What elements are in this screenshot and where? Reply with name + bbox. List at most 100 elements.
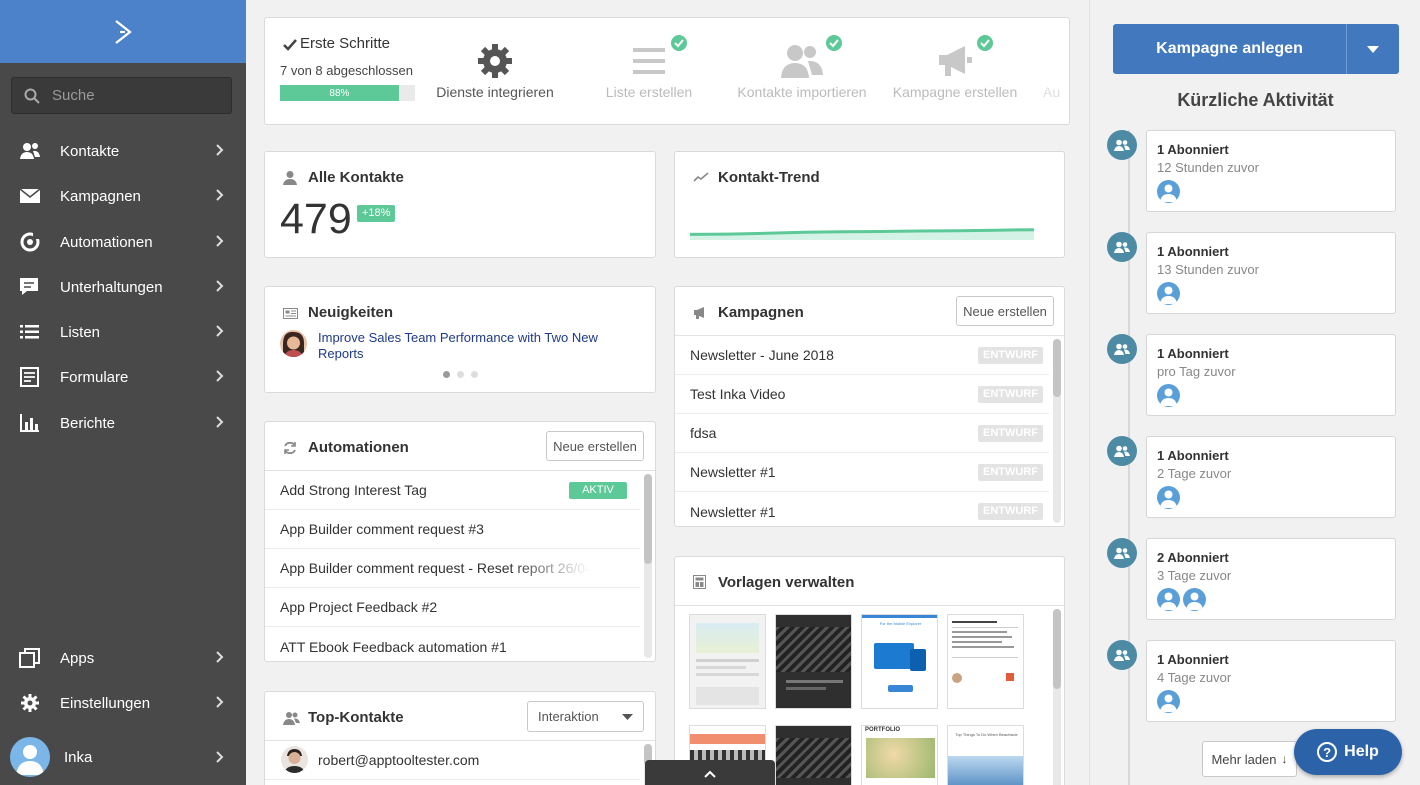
contacts-icon: [283, 712, 300, 725]
contacts-card[interactable]: Alle Kontakte 479 +18%: [264, 151, 656, 258]
scroll-thumb[interactable]: [644, 474, 652, 564]
chevron-right-icon: [216, 325, 224, 337]
template-thumbnail[interactable]: For the Mobile Explorer: [861, 614, 938, 709]
step-dienste[interactable]: Dienste integrieren: [436, 42, 554, 100]
activity-card[interactable]: 1 Abonniert 2 Tage zuvor: [1146, 436, 1396, 518]
news-avatar: [280, 330, 307, 357]
automation-row[interactable]: ATT Ebook Feedback automation #1: [265, 627, 640, 661]
activity-card[interactable]: 1 Abonniert 13 Stunden zuvor: [1146, 232, 1396, 314]
trend-card[interactable]: Kontakt-Trend: [674, 151, 1065, 258]
sidebar-item-einstellungen[interactable]: Einstellungen: [0, 683, 246, 723]
subscriber-icon: [1107, 130, 1137, 160]
avatar[interactable]: [1157, 384, 1180, 407]
sidebar-item-listen[interactable]: Listen: [0, 312, 246, 352]
sidebar-item-unterhaltungen[interactable]: Unterhaltungen: [0, 267, 246, 307]
step-automation[interactable]: Au: [1043, 42, 1069, 102]
bottom-panel-toggle[interactable]: [645, 760, 775, 785]
trend-icon: [693, 172, 709, 182]
automation-row[interactable]: App Project Feedback #2: [265, 588, 640, 627]
sidebar-item-kontakte[interactable]: Kontakte: [0, 131, 246, 171]
template-thumbnail[interactable]: [775, 614, 852, 709]
scroll-thumb[interactable]: [1053, 609, 1061, 689]
step-liste[interactable]: Liste erstellen: [606, 35, 692, 100]
sidebar-item-formulare[interactable]: Formulare: [0, 357, 246, 397]
load-more-button[interactable]: Mehr laden ↓: [1202, 741, 1297, 777]
avatar[interactable]: [1157, 486, 1180, 509]
campaign-row[interactable]: Newsletter #1 ENTWURF: [675, 492, 1049, 526]
template-thumbnail[interactable]: [775, 725, 852, 785]
carousel-dot[interactable]: [443, 371, 450, 378]
scroll-thumb[interactable]: [1053, 339, 1061, 397]
activity-title: Kürzliche Aktivität: [1177, 90, 1334, 110]
search-box[interactable]: [11, 77, 232, 114]
logo[interactable]: [0, 0, 246, 63]
contact-row[interactable]: robert@apptooltester.com: [265, 741, 640, 780]
check-circle-icon: [671, 35, 687, 51]
sort-select[interactable]: Interaktion: [527, 701, 644, 732]
activity-time: pro Tag zuvor: [1157, 364, 1236, 379]
campaign-row[interactable]: fdsa ENTWURF: [675, 414, 1049, 453]
activity-card[interactable]: 1 Abonniert 12 Stunden zuvor: [1146, 130, 1396, 212]
activity-time: 3 Tage zuvor: [1157, 568, 1232, 583]
automations-card: Automationen Neue erstellen Add Strong I…: [264, 421, 656, 662]
newspaper-icon: [283, 308, 298, 319]
create-campaign-button[interactable]: Kampagne anlegen: [1113, 24, 1346, 74]
sidebar: Kontakte Kampagnen Automationen Unterhal…: [0, 0, 246, 785]
user-name: Inka: [64, 748, 93, 766]
chevron-right-icon: [216, 651, 224, 663]
activity-card[interactable]: 1 Abonniert 4 Tage zuvor: [1146, 640, 1396, 722]
new-automation-button[interactable]: Neue erstellen: [546, 431, 644, 461]
automation-row[interactable]: App Builder comment request #3: [265, 510, 640, 549]
template-thumbnail[interactable]: [947, 614, 1024, 709]
activity-time: 12 Stunden zuvor: [1157, 160, 1259, 175]
search-input[interactable]: [52, 87, 202, 104]
avatar[interactable]: [1183, 588, 1206, 611]
campaigns-card: Kampagnen Neue erstellen Newsletter - Ju…: [674, 286, 1065, 527]
carousel-dot[interactable]: [457, 371, 464, 378]
trend-sparkline: [690, 228, 1034, 240]
template-thumb-text: Top Things To Do When Beachside: [955, 732, 1018, 737]
form-icon: [20, 367, 39, 387]
sidebar-item-berichte[interactable]: Berichte: [0, 403, 246, 443]
status-badge: ENTWURF: [978, 503, 1043, 520]
sidebar-item-kampagnen[interactable]: Kampagnen: [0, 176, 246, 216]
template-thumbnail[interactable]: PORTFOLIO: [861, 725, 938, 785]
avatar[interactable]: [1157, 690, 1180, 713]
activity-title-text: 1 Abonniert: [1157, 142, 1229, 157]
status-badge: AKTIV: [569, 482, 627, 499]
activity-card[interactable]: 2 Abonniert 3 Tage zuvor: [1146, 538, 1396, 620]
automation-name: Add Strong Interest Tag: [280, 482, 427, 498]
campaign-row[interactable]: Newsletter #1 ENTWURF: [675, 453, 1049, 492]
step-kampagne[interactable]: Kampagne erstellen: [893, 35, 1017, 100]
news-headline[interactable]: Improve Sales Team Performance with Two …: [318, 330, 618, 362]
load-more-label: Mehr laden: [1211, 751, 1277, 767]
scrollbar[interactable]: [1053, 339, 1061, 523]
campaign-row[interactable]: Test Inka Video ENTWURF: [675, 375, 1049, 414]
sidebar-item-automationen[interactable]: Automationen: [0, 222, 246, 262]
new-campaign-button[interactable]: Neue erstellen: [956, 296, 1054, 326]
template-thumbnail[interactable]: [689, 614, 766, 709]
activity-card[interactable]: 1 Abonniert pro Tag zuvor: [1146, 334, 1396, 416]
automation-row[interactable]: App Builder comment request - Reset repo…: [265, 549, 640, 588]
onboarding-title: Erste Schritte: [300, 35, 391, 52]
subscriber-icon: [1107, 436, 1137, 466]
chevron-right-icon: [216, 189, 224, 201]
template-thumbnail[interactable]: Top Things To Do When Beachside: [947, 725, 1024, 785]
avatar[interactable]: [1157, 588, 1180, 611]
sidebar-item-apps[interactable]: Apps: [0, 638, 246, 678]
avatar[interactable]: [1157, 282, 1180, 305]
campaign-row[interactable]: Newsletter - June 2018 ENTWURF: [675, 336, 1049, 375]
sidebar-item-label: Formulare: [60, 368, 129, 386]
automation-row[interactable]: Add Strong Interest Tag AKTIV: [265, 471, 640, 510]
campaign-name: Newsletter #1: [690, 503, 776, 520]
help-button[interactable]: ? Help: [1294, 729, 1402, 775]
carousel-dots: [443, 371, 478, 378]
scrollbar[interactable]: [644, 474, 652, 658]
sidebar-item-label: Berichte: [60, 414, 116, 432]
sidebar-user[interactable]: Inka: [0, 736, 246, 778]
scrollbar[interactable]: [1053, 609, 1061, 785]
create-campaign-dropdown[interactable]: [1347, 24, 1399, 74]
avatar[interactable]: [1157, 180, 1180, 203]
step-kontakte[interactable]: Kontakte importieren: [737, 35, 867, 100]
carousel-dot[interactable]: [471, 371, 478, 378]
